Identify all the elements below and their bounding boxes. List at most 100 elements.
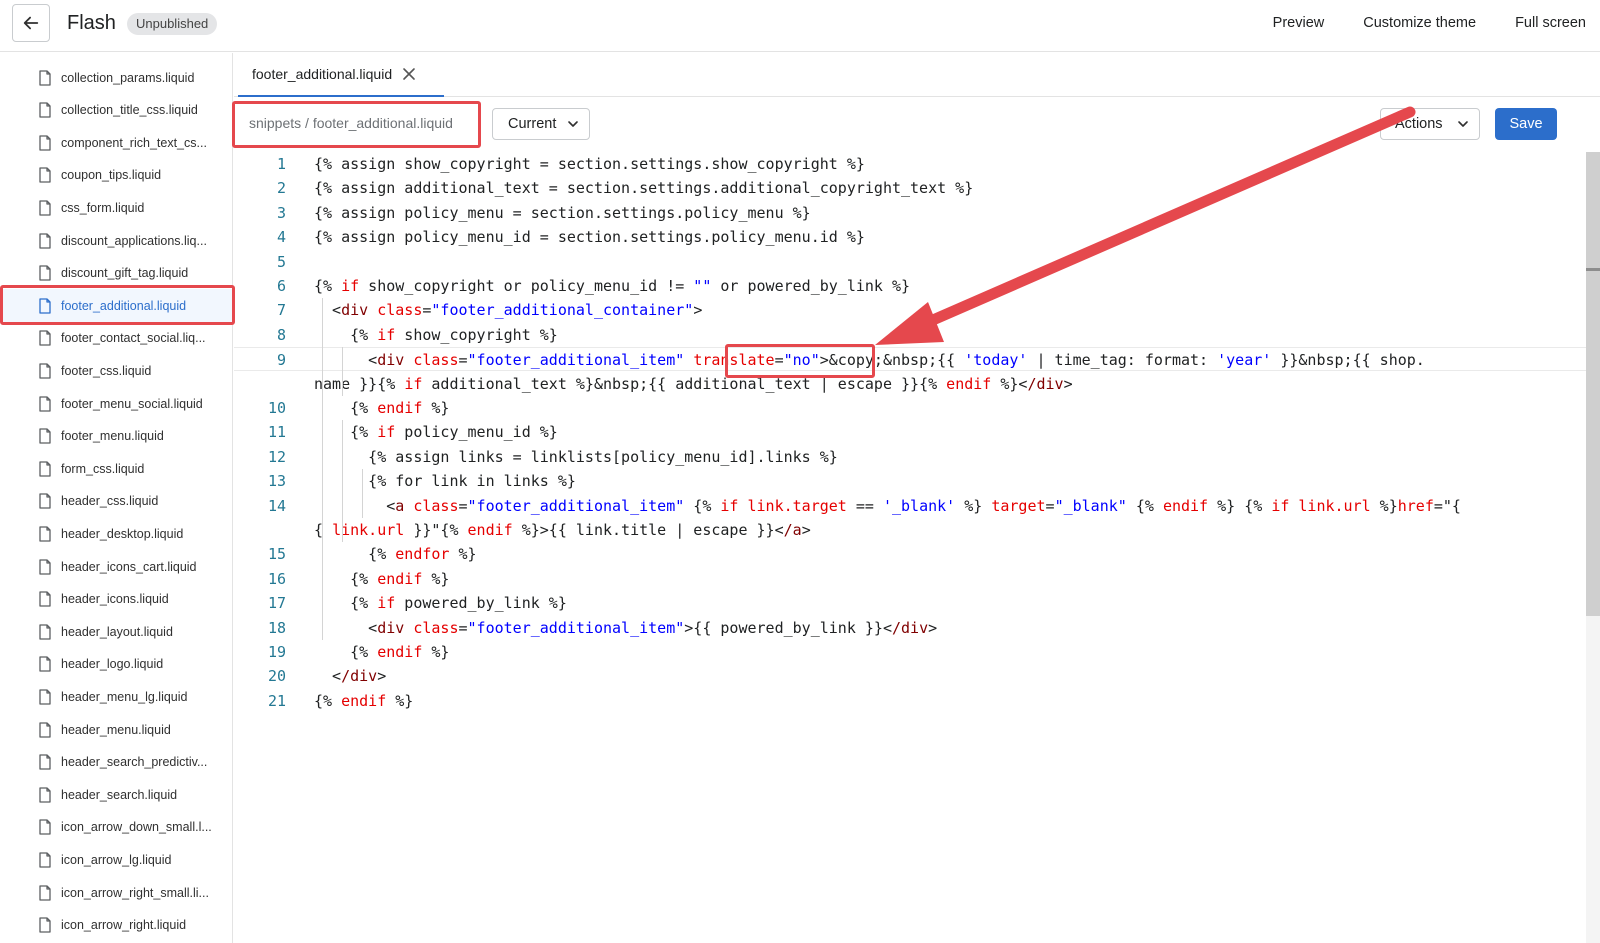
customize-theme-button[interactable]: Customize theme — [1363, 15, 1476, 31]
sidebar-file-item[interactable]: icon_arrow_right_small.li... — [0, 876, 232, 909]
sidebar-file-item[interactable]: discount_applications.liq... — [0, 224, 232, 257]
sidebar-file-item[interactable]: header_menu.liquid — [0, 713, 232, 746]
code-line[interactable]: 1 {% assign show_copyright = section.sett… — [234, 152, 1586, 176]
sidebar-file-item[interactable]: icon_arrow_lg.liquid — [0, 843, 232, 876]
code-line[interactable]: 21 {% endif %} — [234, 689, 1586, 713]
code-text: {% assign policy_menu_id = section.setti… — [314, 228, 865, 247]
sidebar-file-item[interactable]: component_rich_text_cs... — [0, 126, 232, 159]
close-icon[interactable] — [402, 67, 416, 81]
tab-footer-additional[interactable]: footer_additional.liquid — [238, 53, 444, 97]
indent-guide — [342, 420, 343, 543]
code-text: {% assign show_copyright = section.setti… — [314, 155, 865, 173]
version-select[interactable]: Current — [492, 108, 590, 140]
sidebar-file-item[interactable]: header_layout.liquid — [0, 615, 232, 648]
line-number: 3 — [276, 203, 286, 222]
sidebar-file-item[interactable]: form_css.liquid — [0, 452, 232, 485]
sidebar-file-item[interactable]: footer_menu_social.liquid — [0, 387, 232, 420]
back-button[interactable] — [12, 4, 50, 42]
code-line[interactable]: 2 {% assign additional_text = section.set… — [234, 176, 1586, 200]
file-icon — [39, 265, 51, 281]
code-line[interactable]: 8 {% if show_copyright %} — [234, 323, 1586, 347]
sidebar-file-item[interactable]: icon_arrow_down_small.l... — [0, 811, 232, 844]
code-line[interactable]: 19 {% endif %} — [234, 640, 1586, 664]
sidebar-file-item[interactable]: header_icons.liquid — [0, 583, 232, 616]
file-icon — [39, 69, 51, 86]
sidebar-file-label: discount_gift_tag.liquid — [61, 266, 189, 281]
code-line[interactable]: 12 {% assign links = linklists[policy_me… — [234, 445, 1586, 469]
line-number: 7 — [276, 301, 286, 320]
file-icon — [39, 363, 51, 379]
sidebar-file-item[interactable]: footer_css.liquid — [0, 354, 232, 387]
code-line[interactable]: 13 {% for link in links %} — [234, 469, 1586, 493]
line-number: 6 — [276, 277, 286, 295]
file-icon — [39, 852, 51, 868]
annotation-box-active-file — [0, 285, 235, 325]
code-line[interactable]: 14 <a class="footer_additional_item" {% … — [234, 494, 1586, 518]
code-line[interactable]: 4 {% assign policy_menu_id = section.sett… — [234, 225, 1586, 249]
sidebar-file-label: footer_contact_social.liq... — [61, 331, 206, 346]
sidebar-file-item[interactable]: header_css.liquid — [0, 485, 232, 518]
sidebar-file-label: icon_arrow_lg.liquid — [61, 852, 172, 867]
status-badge: Unpublished — [127, 13, 218, 35]
code-line[interactable]: { link.url }}"{% endif %}>{{ link.title … — [234, 518, 1586, 542]
sidebar-file-item[interactable]: footer_contact_social.liq... — [0, 322, 232, 355]
actions-button[interactable]: Actions — [1380, 108, 1480, 140]
code-line[interactable]: 20 </div> — [234, 664, 1586, 688]
top-bar: Flash Unpublished Preview Customize them… — [0, 0, 1600, 52]
sidebar-file-label: discount_applications.liq... — [61, 233, 207, 248]
sidebar-file-item[interactable]: header_desktop.liquid — [0, 517, 232, 550]
code-line[interactable]: 11 {% if policy_menu_id %} — [234, 420, 1586, 444]
sidebar-file-label: header_logo.liquid — [61, 657, 164, 672]
sidebar-file-item[interactable]: css_form.liquid — [0, 191, 232, 224]
full-screen-button[interactable]: Full screen — [1515, 15, 1586, 31]
sidebar-file-item[interactable]: header_icons_cart.liquid — [0, 550, 232, 583]
line-number: 8 — [276, 325, 286, 344]
sidebar-file-item[interactable]: header_menu_lg.liquid — [0, 680, 232, 713]
sidebar-file-item[interactable]: header_logo.liquid — [0, 648, 232, 681]
sidebar-file-item[interactable]: footer_menu.liquid — [0, 420, 232, 453]
line-number: 10 — [267, 399, 286, 417]
tab-label: footer_additional.liquid — [252, 66, 393, 82]
sidebar-file-item[interactable]: header_search.liquid — [0, 778, 232, 811]
editor-scrollbar-thumb[interactable] — [1586, 152, 1600, 616]
code-text: {% endif %} — [314, 569, 450, 588]
sidebar-file-label: icon_arrow_right.liquid — [61, 918, 187, 933]
save-button[interactable]: Save — [1495, 108, 1557, 140]
sidebar-file-label: icon_arrow_down_small.l... — [61, 820, 212, 835]
sidebar-file-item[interactable]: collection_title_css.liquid — [0, 94, 232, 127]
code-text: {% if show_copyright or policy_menu_id !… — [314, 277, 911, 295]
code-line[interactable]: 17 {% if powered_by_link %} — [234, 591, 1586, 615]
chevron-down-icon — [568, 121, 578, 127]
code-line[interactable]: 15 {% endfor %} — [234, 542, 1586, 566]
line-number: 12 — [267, 447, 286, 466]
preview-button[interactable]: Preview — [1273, 15, 1325, 31]
code-line[interactable]: 16 {% endif %} — [234, 567, 1586, 591]
file-icon — [39, 624, 51, 640]
code-line[interactable]: 6 {% if show_copyright or policy_menu_id … — [234, 274, 1586, 298]
code-line[interactable]: 5 — [234, 250, 1586, 274]
code-text: {% endif %} — [314, 643, 450, 661]
code-line[interactable]: 10 {% endif %} — [234, 396, 1586, 420]
code-text: name }}{% if additional_text %}&nbsp;{{ … — [314, 374, 1073, 393]
code-line[interactable]: 3 {% assign policy_menu = section.setting… — [234, 201, 1586, 225]
line-number: 20 — [267, 667, 286, 686]
code-text: {% endif %} — [314, 691, 414, 710]
code-line[interactable]: 7 <div class="footer_additional_containe… — [234, 298, 1586, 322]
file-icon — [39, 461, 51, 477]
code-line[interactable]: 9 <div class="footer_additional_item" tr… — [234, 347, 1586, 372]
sidebar-file-item[interactable]: header_search_predictiv... — [0, 746, 232, 779]
file-icon — [39, 754, 51, 770]
code-text: <a class="footer_additional_item" {% if … — [314, 496, 1461, 515]
code-line[interactable]: 18 <div class="footer_additional_item">{… — [234, 616, 1586, 640]
sidebar-file-item[interactable]: coupon_tips.liquid — [0, 159, 232, 192]
sidebar-file-item[interactable]: collection_params.liquid — [0, 61, 232, 94]
code-line[interactable]: name }}{% if additional_text %}&nbsp;{{ … — [234, 372, 1586, 396]
file-icon — [39, 884, 51, 901]
file-icon — [39, 689, 51, 705]
file-icon — [39, 819, 51, 835]
code-editor[interactable]: 1 {% assign show_copyright = section.sett… — [234, 152, 1586, 943]
file-icon — [39, 787, 51, 803]
code-text: {% assign links = linklists[policy_menu_… — [314, 447, 838, 466]
sidebar-file-item[interactable]: icon_arrow_right.liquid — [0, 909, 232, 942]
file-icon — [39, 721, 51, 738]
